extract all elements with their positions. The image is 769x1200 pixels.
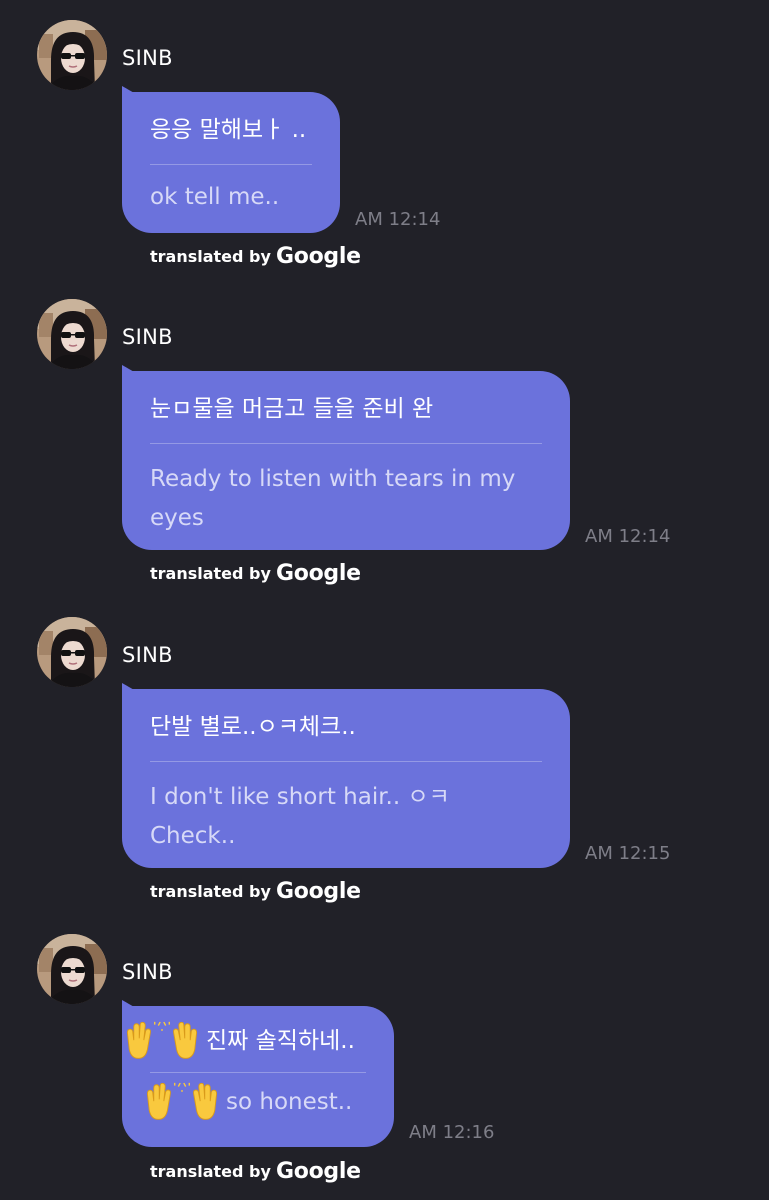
raising-hands-icon — [122, 1018, 202, 1064]
message-bubble[interactable]: 진짜 솔직하네.. so honest.. — [122, 1000, 394, 1147]
bubble-divider — [150, 761, 542, 762]
original-text: 응응 말해보ㅏ .. — [150, 117, 307, 143]
translated-text: ok tell me.. — [150, 184, 280, 210]
credit-prefix: translated by — [150, 1162, 271, 1181]
sender-name[interactable]: SINB — [122, 325, 173, 349]
translation-credit: translated by Google — [150, 244, 361, 269]
translation-credit: translated by Google — [150, 879, 361, 904]
credit-prefix: translated by — [150, 564, 271, 583]
bubble-divider — [150, 164, 312, 165]
avatar[interactable] — [37, 617, 107, 687]
translated-text: I don't like short hair.. ㅇㅋ Check.. — [150, 784, 450, 849]
avatar[interactable] — [37, 20, 107, 90]
avatar[interactable] — [37, 299, 107, 369]
message-timestamp: AM 12:16 — [409, 1122, 495, 1143]
message-bubble[interactable]: 눈ㅁ물을 머금고 들을 준비 완 Ready to listen with te… — [122, 365, 570, 550]
message-bubble[interactable]: 응응 말해보ㅏ .. ok tell me.. — [122, 86, 340, 233]
sender-name[interactable]: SINB — [122, 960, 173, 984]
translated-text: Ready to listen with tears in my eyes — [150, 466, 516, 531]
translation-credit: translated by Google — [150, 1159, 361, 1184]
original-text: 단발 별로..ㅇㅋ체크.. — [150, 714, 356, 740]
google-logo-text: Google — [276, 879, 361, 904]
message-timestamp: AM 12:14 — [585, 526, 671, 547]
google-logo-text: Google — [276, 244, 361, 269]
avatar[interactable] — [37, 934, 107, 1004]
sender-name[interactable]: SINB — [122, 46, 173, 70]
translated-text: so honest.. — [226, 1088, 353, 1115]
bubble-divider — [150, 1072, 366, 1073]
message-timestamp: AM 12:15 — [585, 843, 671, 864]
message-bubble[interactable]: 단발 별로..ㅇㅋ체크.. I don't like short hair.. … — [122, 683, 570, 868]
sender-name[interactable]: SINB — [122, 643, 173, 667]
credit-prefix: translated by — [150, 247, 271, 266]
original-text: 눈ㅁ물을 머금고 들을 준비 완 — [150, 396, 434, 422]
raising-hands-icon — [142, 1079, 222, 1125]
bubble-divider — [150, 443, 542, 444]
credit-prefix: translated by — [150, 882, 271, 901]
message-timestamp: AM 12:14 — [355, 209, 441, 230]
original-line: 진짜 솔직하네.. — [122, 1018, 366, 1064]
translated-line: so honest.. — [122, 1079, 366, 1125]
translation-credit: translated by Google — [150, 561, 361, 586]
original-text: 진짜 솔직하네.. — [206, 1028, 355, 1054]
google-logo-text: Google — [276, 1159, 361, 1184]
google-logo-text: Google — [276, 561, 361, 586]
